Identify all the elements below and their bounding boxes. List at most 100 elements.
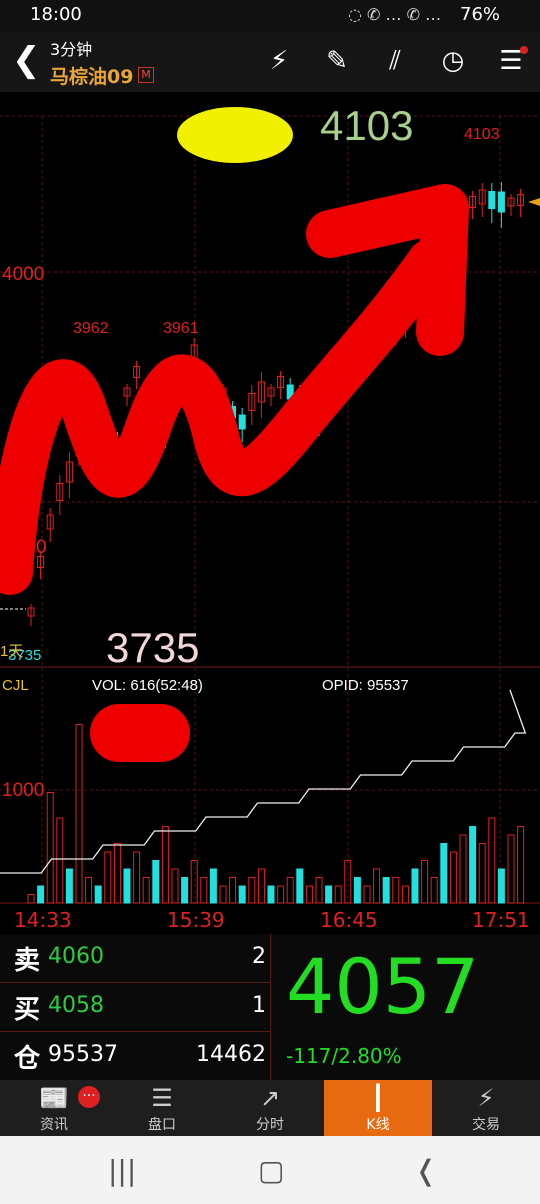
system-nav-bar: ||| ▢ ❬ bbox=[0, 1136, 540, 1204]
candle-body bbox=[488, 191, 496, 209]
tab-kline[interactable]: ┃ K线 bbox=[324, 1080, 432, 1136]
x-label-3: 16:45 bbox=[320, 908, 378, 932]
volume-value: VOL: 616(52:48) bbox=[92, 677, 203, 694]
volume-bar bbox=[181, 877, 189, 904]
recents-icon[interactable]: ||| bbox=[108, 1154, 136, 1187]
kline-chart[interactable]: 4000 4103 4103 3962 3961 3735 3735 1天 0 … bbox=[0, 92, 540, 907]
volume-bar bbox=[353, 877, 361, 904]
volume-bar bbox=[382, 877, 390, 904]
volume-bar bbox=[209, 868, 217, 904]
volume-bar bbox=[507, 834, 515, 904]
tab-news-label: 资讯 bbox=[40, 1117, 68, 1133]
lightning-icon[interactable]: ⚡ bbox=[262, 44, 296, 78]
tab-orderbook[interactable]: ☰ 盘口 bbox=[108, 1080, 216, 1136]
y-axis-label-4000: 4000 bbox=[2, 264, 44, 285]
high-price-label: 4103 bbox=[464, 126, 500, 143]
mid-high-label-1: 3962 bbox=[73, 320, 109, 337]
volume-bar bbox=[497, 868, 505, 904]
volume-bar bbox=[325, 885, 333, 904]
volume-bar bbox=[65, 868, 73, 904]
buy-label: 买 bbox=[14, 995, 41, 1025]
volume-bar bbox=[94, 885, 102, 904]
pencil-icon[interactable]: ✎ bbox=[320, 44, 354, 78]
back-nav-icon[interactable]: ❬ bbox=[414, 1154, 437, 1187]
position-row: 仓 95537 14462 bbox=[0, 1032, 270, 1080]
tab-orderbook-label: 盘口 bbox=[148, 1117, 176, 1133]
high-price-big: 4103 bbox=[320, 102, 413, 149]
candlestick-icon: ┃ bbox=[370, 1084, 386, 1112]
back-icon[interactable]: ❮ bbox=[12, 40, 41, 80]
volume-bar bbox=[46, 792, 54, 904]
list-icon: ☰ bbox=[151, 1084, 173, 1112]
price-change: -117/2.80% bbox=[286, 1044, 402, 1068]
buy-row[interactable]: 买 4058 1 bbox=[0, 983, 270, 1032]
volume-bar bbox=[267, 885, 275, 904]
partial-tick-label: 0 bbox=[36, 537, 47, 558]
volume-indicator-name: CJL bbox=[2, 677, 29, 694]
volume-bar bbox=[85, 877, 93, 904]
volume-bar bbox=[75, 724, 83, 904]
volume-bar bbox=[171, 868, 179, 904]
volume-bar bbox=[257, 868, 265, 904]
sell-row[interactable]: 卖 4060 2 bbox=[0, 934, 270, 983]
volume-bar bbox=[305, 885, 313, 904]
volume-bar bbox=[430, 877, 438, 904]
buy-price: 4058 bbox=[48, 993, 104, 1018]
tab-trade[interactable]: ⚡ 交易 bbox=[432, 1080, 540, 1136]
volume-bar bbox=[459, 834, 467, 904]
position-change: 14462 bbox=[196, 1042, 266, 1067]
menu-icon[interactable]: ☰ bbox=[494, 44, 528, 78]
status-bar: 18:00 ◌ ✆ … ✆ … 76% bbox=[0, 0, 540, 32]
signal-icons: ◌ ✆ … ✆ … bbox=[348, 5, 442, 24]
volume-bar bbox=[469, 826, 477, 904]
symbol-name[interactable]: 马棕油09 bbox=[50, 62, 133, 89]
volume-bar bbox=[56, 817, 64, 904]
volume-bar bbox=[315, 877, 323, 904]
yellow-highlight-mark bbox=[177, 107, 293, 163]
home-icon[interactable]: ▢ bbox=[258, 1154, 284, 1187]
clock-icon[interactable]: ◷ bbox=[436, 44, 470, 78]
battery-level: 76% bbox=[460, 4, 501, 25]
sell-price: 4060 bbox=[48, 944, 104, 969]
line-chart-icon: ↗ bbox=[259, 1084, 281, 1112]
x-label-4: 17:51 bbox=[472, 908, 530, 932]
volume-bar bbox=[411, 868, 419, 904]
buy-qty: 1 bbox=[252, 993, 266, 1018]
volume-bar bbox=[152, 860, 160, 904]
volume-bar bbox=[478, 843, 486, 904]
volume-bar bbox=[190, 860, 198, 904]
bottom-tab-bar: 📰 ··· 资讯 ☰ 盘口 ↗ 分时 ┃ K线 ⚡ 交易 bbox=[0, 1080, 540, 1136]
period-marker: 1天 bbox=[0, 643, 23, 660]
volume-bar bbox=[488, 817, 496, 904]
volume-bar bbox=[113, 843, 121, 904]
volume-bar bbox=[392, 877, 400, 904]
trend-lines-icon[interactable]: ⫽ bbox=[378, 44, 412, 78]
volume-bar bbox=[219, 885, 227, 904]
volume-bar bbox=[363, 885, 371, 904]
tab-timeshare-label: 分时 bbox=[256, 1117, 284, 1133]
volume-bar bbox=[517, 826, 525, 904]
volume-bar bbox=[286, 877, 294, 904]
tab-news[interactable]: 📰 ··· 资讯 bbox=[0, 1080, 108, 1136]
tab-trade-label: 交易 bbox=[472, 1117, 500, 1133]
volume-bar bbox=[334, 885, 342, 904]
market-badge: M bbox=[138, 67, 154, 83]
tab-timeshare[interactable]: ↗ 分时 bbox=[216, 1080, 324, 1136]
low-price-big: 3735 bbox=[106, 624, 199, 671]
quote-panel: 卖 4060 2 买 4058 1 仓 95537 14462 4057 -11… bbox=[0, 934, 540, 1080]
candle-body bbox=[238, 414, 246, 430]
volume-y-label: 1000 bbox=[2, 780, 44, 801]
quote-divider bbox=[270, 934, 271, 1080]
volume-bar bbox=[248, 877, 256, 904]
volume-bar bbox=[142, 877, 150, 904]
mid-high-label-2: 3961 bbox=[163, 320, 199, 337]
red-arrow-stroke bbox=[0, 239, 453, 595]
tab-kline-label: K线 bbox=[366, 1117, 390, 1133]
volume-bar bbox=[238, 885, 246, 904]
more-badge-icon: ··· bbox=[78, 1086, 100, 1108]
red-blob-mark bbox=[90, 704, 190, 762]
volume-bar bbox=[27, 894, 35, 904]
current-price-marker bbox=[528, 198, 540, 206]
position-value: 95537 bbox=[48, 1042, 118, 1067]
volume-bar bbox=[123, 868, 131, 904]
